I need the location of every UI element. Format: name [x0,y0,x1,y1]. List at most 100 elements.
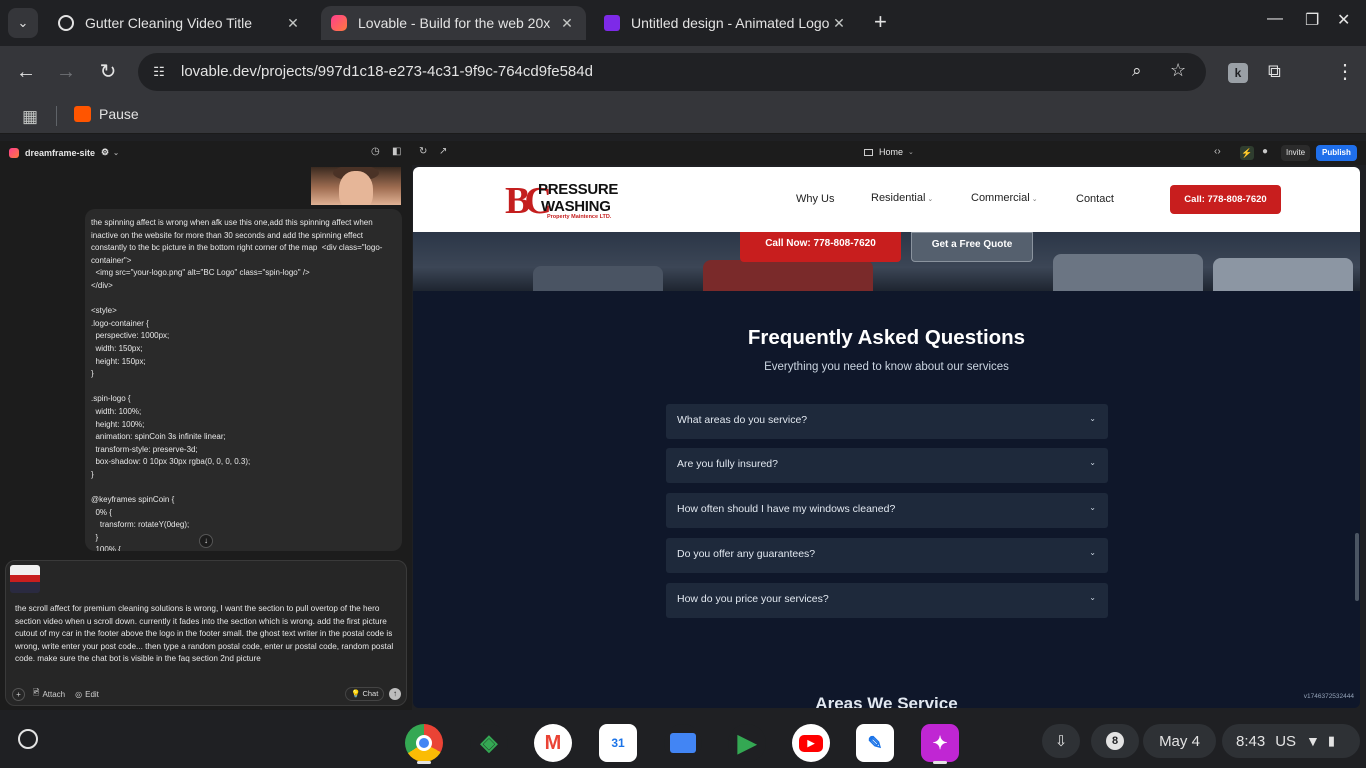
github-icon[interactable]: ● [1262,146,1268,157]
status-tray[interactable]: 8:43 US ▼ ▮ [1222,724,1360,758]
url-text[interactable]: lovable.dev/projects/997d1c18-e273-4c31-… [181,63,593,80]
tab-search-button[interactable]: ⌄ [8,8,38,38]
keep-notes-icon[interactable]: ✎ [856,724,894,762]
edit-button[interactable]: ◎ Edit [75,690,99,699]
nav-commercial[interactable]: Commercial ⌄ [971,192,1038,204]
chat-composer[interactable]: the scroll affect for premium cleaning s… [5,560,407,706]
play-store-icon[interactable]: ▶ [728,724,766,762]
date-tray[interactable]: May 4 [1143,724,1216,758]
faq-item[interactable]: How often should I have my windows clean… [666,493,1108,528]
tab-lovable[interactable]: Lovable - Build for the web 20x ✕ [321,6,586,40]
browser-toolbar: ← → ↻ ☷ lovable.dev/projects/997d1c18-e2… [0,46,1366,98]
close-tab-icon[interactable]: ✕ [558,15,576,32]
page-selector[interactable]: Home ⌄ [864,147,914,157]
new-tab-icon[interactable]: + [874,11,887,33]
running-indicator [933,761,947,764]
extensions-puzzle-icon[interactable]: ⧉ [1268,61,1281,82]
canva-app-icon[interactable]: ✦ [921,724,959,762]
chevron-down-icon: ⌄ [908,149,914,156]
composer-input[interactable]: the scroll affect for premium cleaning s… [15,603,399,666]
logo-line2: WASHING [541,198,611,215]
gmail-icon[interactable]: M [534,724,572,762]
close-tab-icon[interactable]: ✕ [284,15,302,32]
publish-button[interactable]: Publish [1316,145,1357,161]
history-icon[interactable]: ◷ [371,146,380,157]
back-icon[interactable]: ← [14,60,38,84]
refresh-preview-icon[interactable]: ↻ [419,146,427,157]
code-view-icon[interactable]: ‹› [1214,146,1221,157]
sheets-app-icon[interactable]: ◈ [470,724,508,762]
bookmark-label: Pause [99,106,139,122]
calendar-icon[interactable]: 31 [599,724,637,762]
areas-section-title: Areas We Service [815,694,958,708]
youtube-icon[interactable]: ▶ [792,724,830,762]
logo-tagline: Property Maintence LTD. [547,214,612,220]
tab-canva[interactable]: Untitled design - Animated Logo ✕ [594,6,858,40]
chevron-down-icon: ⌄ [1089,458,1096,467]
tab-title: Gutter Cleaning Video Title [85,15,253,31]
notifications-tray[interactable]: 8 [1091,724,1139,758]
bookmark-star-icon[interactable]: ☆ [1170,60,1186,81]
user-message-bubble: the spinning affect is wrong when afk us… [85,209,402,551]
add-icon[interactable]: + [12,687,25,701]
faq-item[interactable]: How do you price your services? ⌄ [666,583,1108,618]
bookmark-pause[interactable]: Pause [74,106,139,122]
date-label: May 4 [1159,732,1200,750]
settings-icon: ⚙ [101,147,110,157]
nav-label: Commercial [971,192,1030,204]
restore-icon[interactable]: ❐ [1305,10,1319,30]
nav-why-us[interactable]: Why Us [796,193,835,205]
site-navbar: BC PRESSURE WASHING Property Maintence L… [413,167,1360,232]
attach-button[interactable]: 🖻 Attach [33,687,65,701]
project-switcher[interactable]: dreamframe-site ⚙ ⌄ [9,147,119,158]
uploaded-photo-thumbnail[interactable] [311,167,401,205]
preview-scrollbar[interactable] [1355,533,1359,601]
close-tab-icon[interactable]: ✕ [830,15,848,32]
logo-line1: PRESSURE [538,181,619,198]
downloads-icon[interactable]: ⇩ [1042,724,1080,758]
launcher-icon[interactable] [18,729,38,749]
attached-image-thumbnail[interactable] [10,565,40,593]
hero-call-button[interactable]: Call Now: 778-808-7620 [740,232,901,262]
faq-question: How do you price your services? [677,593,829,605]
forward-icon[interactable]: → [54,60,78,84]
browser-menu-icon[interactable]: ⋮ [1335,59,1355,84]
tab-strip: ⌄ Gutter Cleaning Video Title ✕ Lovable … [0,0,1366,46]
nav-residential[interactable]: Residential ⌄ [871,192,933,204]
close-window-icon[interactable]: ✕ [1337,10,1350,30]
extension-k-icon[interactable]: k [1228,63,1248,83]
canva-video-favicon-icon [604,15,620,31]
address-bar[interactable]: ☷ lovable.dev/projects/997d1c18-e273-4c3… [138,53,1206,91]
tab-gutter-cleaning[interactable]: Gutter Cleaning Video Title ✕ [48,6,312,40]
scroll-down-icon[interactable]: ↓ [199,534,213,548]
faq-item[interactable]: Are you fully insured? ⌄ [666,448,1108,483]
chrome-icon[interactable] [405,724,443,762]
chevron-down-icon: ⌄ [1031,196,1038,203]
send-icon[interactable]: ↑ [389,688,401,700]
apps-grid-icon[interactable]: ▦ [22,107,38,127]
invite-button[interactable]: Invite [1281,145,1311,161]
bookmarks-divider [56,106,57,126]
nav-label: Residential [871,192,926,204]
zoom-icon[interactable]: ⌕ [1132,61,1142,81]
hero-quote-button[interactable]: Get a Free Quote [911,232,1033,262]
site-info-icon[interactable]: ☷ [150,63,168,81]
minimize-icon[interactable]: — [1267,10,1283,28]
page-selector-label: Home [879,147,904,157]
files-icon[interactable] [664,724,702,762]
chat-mode-button[interactable]: 💡 Chat [345,687,385,701]
nav-call-button[interactable]: Call: 778-808-7620 [1170,185,1281,214]
faq-item[interactable]: What areas do you service? ⌄ [666,404,1108,439]
nav-label: Contact [1076,193,1114,205]
supabase-icon[interactable]: ⚡ [1240,146,1254,160]
battery-icon: ▮ [1327,733,1336,748]
reload-icon[interactable]: ↻ [96,60,120,84]
open-external-icon[interactable]: ↗ [439,146,447,157]
faq-item[interactable]: Do you offer any guarantees? ⌄ [666,538,1108,573]
site-logo[interactable]: BC PRESSURE WASHING Property Maintence L… [505,179,625,223]
chevron-down-icon: ⌄ [927,196,934,203]
nav-contact[interactable]: Contact [1076,193,1114,205]
site-preview[interactable]: BC PRESSURE WASHING Property Maintence L… [413,167,1360,708]
sidebar-toggle-icon[interactable]: ◧ [392,146,401,157]
faq-title: Frequently Asked Questions [747,326,1026,349]
